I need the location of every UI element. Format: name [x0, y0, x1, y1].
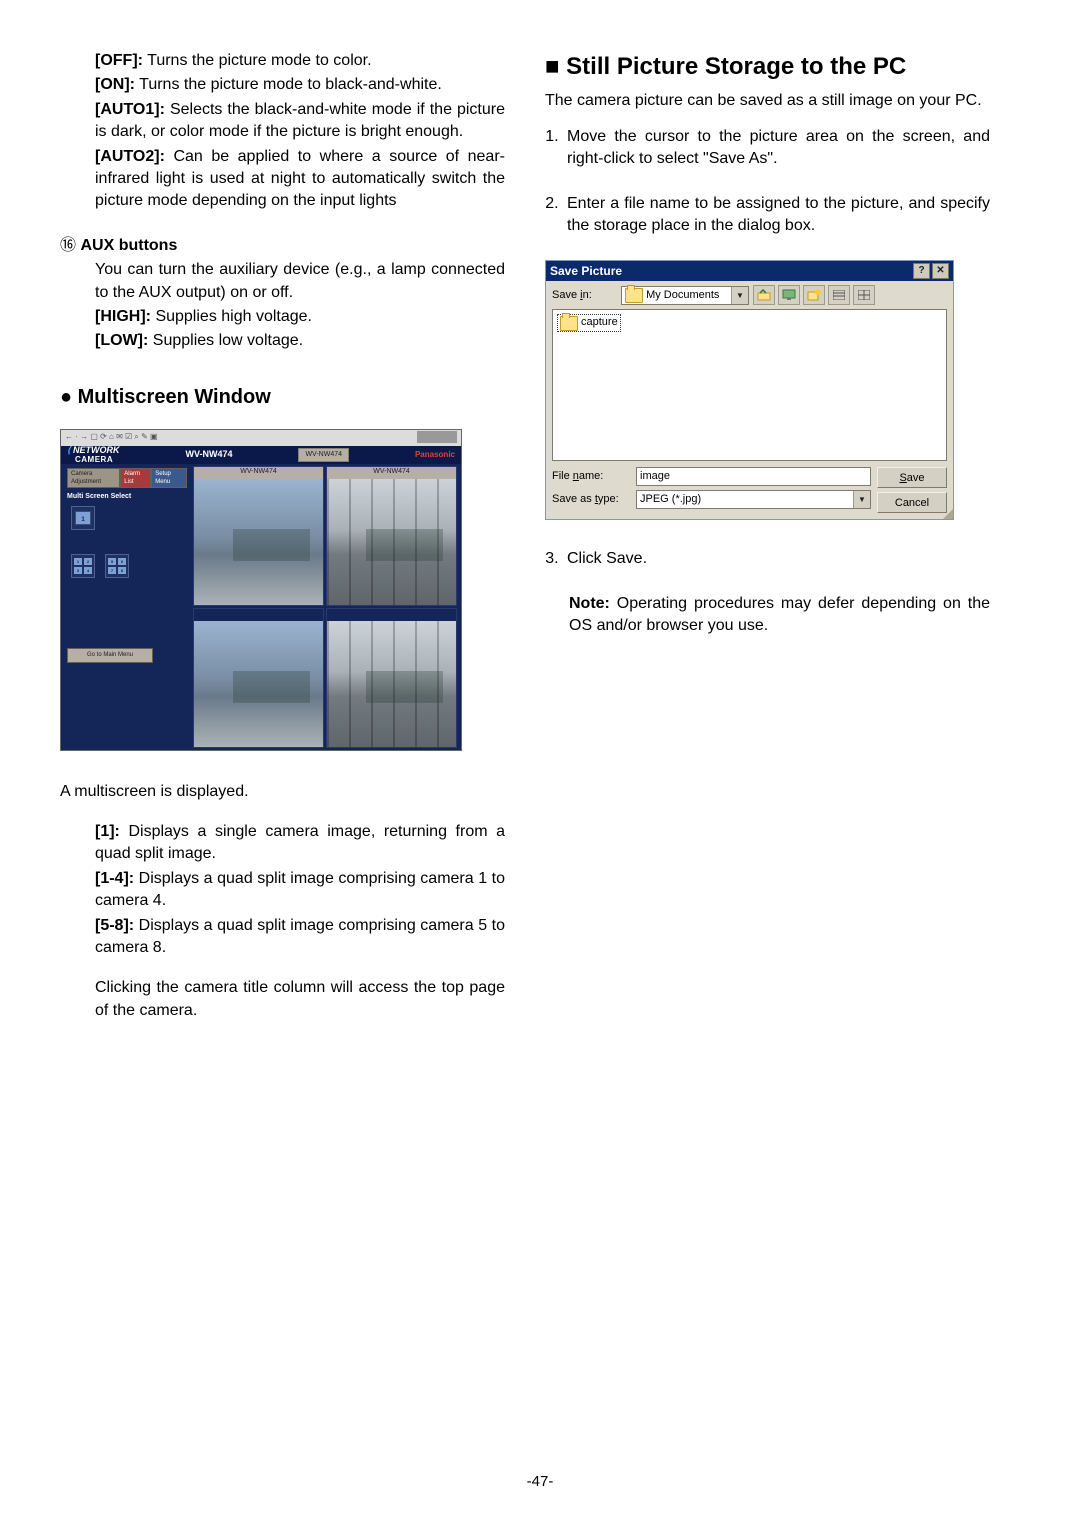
multiscreen-heading: ● Multiscreen Window: [60, 383, 505, 411]
camera-tile[interactable]: [193, 608, 324, 748]
folder-item-capture[interactable]: capture: [557, 314, 621, 331]
save-as-type-dropdown[interactable]: JPEG (*.jpg) ▼: [636, 490, 871, 509]
camera-tile[interactable]: WV-NW474: [193, 466, 324, 606]
quad-1-4-button[interactable]: 1234: [71, 554, 95, 578]
tab-setup-menu[interactable]: Setup Menu: [151, 468, 187, 489]
dialog-title: Save Picture: [550, 263, 622, 280]
folder-icon: [625, 288, 643, 303]
save-button[interactable]: Save: [877, 467, 947, 488]
mode-on: [ON]: Turns the picture mode to black-an…: [95, 74, 505, 96]
camera-tile[interactable]: [326, 608, 457, 748]
tab-camera-adjustment[interactable]: Camera Adjustment: [67, 468, 120, 489]
still-picture-intro: The camera picture can be saved as a sti…: [545, 90, 990, 112]
resize-grip-icon[interactable]: [943, 509, 953, 519]
model-label: WV-NW474: [185, 448, 232, 461]
file-name-label: File name:: [552, 469, 632, 484]
aux-low: [LOW]: Supplies low voltage.: [95, 330, 505, 352]
camera-header-button[interactable]: WV-NW474: [298, 448, 349, 462]
list-view-icon[interactable]: [828, 285, 850, 305]
multiscreen-screenshot: ← · → ▢ ⟳ ⌂ ✉ ☑ ⌕ ✎ ▣ ⟨ NETWORK CAMERA W…: [60, 429, 462, 751]
browser-toolbar-icons: ← · → ▢ ⟳ ⌂ ✉ ☑ ⌕ ✎ ▣: [65, 431, 158, 445]
ms-item-1: [1]: Displays a single camera image, ret…: [95, 821, 505, 866]
go-main-menu-button[interactable]: Go to Main Menu: [67, 648, 153, 662]
still-picture-heading: ■ Still Picture Storage to the PC: [545, 50, 990, 84]
mode-auto2: [AUTO2]: Can be applied to where a sourc…: [95, 146, 505, 213]
step-2: Enter a file name to be assigned to the …: [563, 193, 990, 238]
mode-auto1: [AUTO1]: Selects the black-and-white mod…: [95, 99, 505, 144]
single-view-button[interactable]: 1: [71, 506, 95, 530]
page-number: -47-: [0, 1473, 1080, 1490]
browser-toolbar-right-icon: [417, 431, 457, 443]
camera-logo: ⟨ NETWORK CAMERA: [67, 444, 120, 466]
quad-5-8-button[interactable]: 5678: [105, 554, 129, 578]
chevron-down-icon[interactable]: ▼: [731, 287, 748, 304]
up-folder-icon[interactable]: [753, 285, 775, 305]
camera-tile[interactable]: WV-NW474: [326, 466, 457, 606]
multiscreen-caption: A multiscreen is displayed.: [60, 781, 505, 803]
save-as-type-label: Save as type:: [552, 492, 632, 507]
save-in-dropdown[interactable]: My Documents ▼: [621, 286, 749, 305]
ms-item-1-4: [1-4]: Displays a quad split image compr…: [95, 868, 505, 913]
mode-off: [OFF]: Turns the picture mode to color.: [95, 50, 505, 72]
desktop-icon[interactable]: [778, 285, 800, 305]
save-picture-dialog: Save Picture ? ✕ Save in: My Documents ▼: [545, 260, 954, 521]
folder-icon: [560, 316, 578, 331]
file-name-input[interactable]: image: [636, 467, 871, 486]
step-1: Move the cursor to the picture area on t…: [563, 126, 990, 171]
aux-heading: ⑯ AUX buttons: [60, 235, 505, 257]
close-button[interactable]: ✕: [932, 263, 949, 279]
help-button[interactable]: ?: [913, 263, 930, 279]
file-list-area[interactable]: capture: [552, 309, 947, 461]
brand-label: Panasonic: [415, 449, 455, 460]
step-3: Click Save.: [563, 548, 990, 570]
multi-screen-select-label: Multi Screen Select: [67, 492, 187, 502]
save-in-label: Save in:: [552, 288, 617, 303]
cancel-button[interactable]: Cancel: [877, 492, 947, 513]
new-folder-icon[interactable]: [803, 285, 825, 305]
tab-alarm-list[interactable]: Alarm List: [120, 468, 151, 489]
aux-high: [HIGH]: Supplies high voltage.: [95, 306, 505, 328]
note: Note: Operating procedures may defer dep…: [569, 593, 990, 638]
detail-view-icon[interactable]: [853, 285, 875, 305]
ms-footnote: Clicking the camera title column will ac…: [95, 977, 505, 1022]
aux-text: You can turn the auxiliary device (e.g.,…: [95, 259, 505, 304]
ms-item-5-8: [5-8]: Displays a quad split image compr…: [95, 915, 505, 960]
chevron-down-icon[interactable]: ▼: [853, 491, 870, 508]
